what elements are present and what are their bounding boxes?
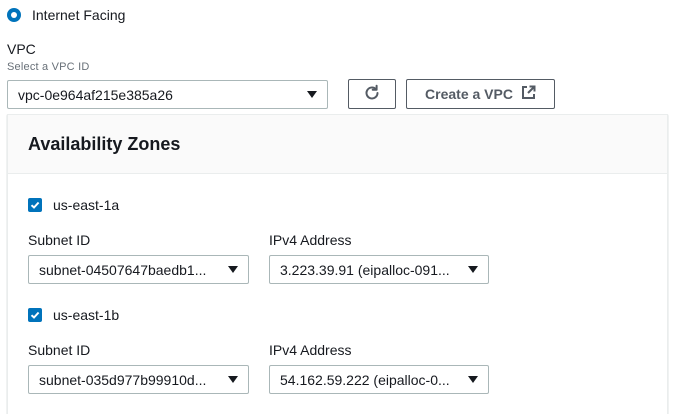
subnet-select[interactable]: subnet-035d977b99910d... [28, 365, 249, 394]
checkbox-checked-icon[interactable] [28, 308, 42, 322]
create-vpc-button-label: Create a VPC [425, 86, 513, 102]
checkbox-checked-icon[interactable] [28, 198, 42, 212]
availability-zones-panel: Availability Zones us-east-1a Subnet ID … [7, 114, 668, 414]
chevron-down-icon [468, 376, 478, 383]
ipv4-select[interactable]: 54.162.59.222 (eipalloc-0... [269, 365, 489, 394]
availability-zones-title: Availability Zones [28, 133, 181, 154]
chevron-down-icon [228, 376, 238, 383]
refresh-vpc-button[interactable] [348, 79, 396, 109]
scheme-radio-label: Internet Facing [32, 7, 126, 23]
subnet-select[interactable]: subnet-04507647baedb1... [28, 255, 249, 284]
subnet-select-value: subnet-04507647baedb1... [39, 261, 207, 278]
zone-name: us-east-1b [53, 307, 120, 323]
chevron-down-icon [307, 91, 317, 98]
zone-checkbox-row[interactable]: us-east-1b [28, 307, 119, 323]
subnet-id-label: Subnet ID [28, 232, 91, 248]
vpc-select-value: vpc-0e964af215e385a26 [18, 86, 173, 103]
zone-name: us-east-1a [53, 197, 120, 213]
radio-selected-icon[interactable] [7, 8, 21, 22]
vpc-select[interactable]: vpc-0e964af215e385a26 [7, 80, 328, 109]
panel-header: Availability Zones [8, 115, 667, 174]
chevron-down-icon [468, 266, 478, 273]
scheme-internet-facing-radio[interactable]: Internet Facing [7, 5, 125, 25]
vpc-description: Select a VPC ID [7, 61, 90, 73]
ipv4-address-label: IPv4 Address [269, 232, 352, 248]
ipv4-select-value: 54.162.59.222 (eipalloc-0... [280, 371, 450, 388]
external-link-icon [521, 85, 536, 103]
ipv4-select[interactable]: 3.223.39.91 (eipalloc-091... [269, 255, 489, 284]
ipv4-select-value: 3.223.39.91 (eipalloc-091... [280, 261, 450, 278]
zone-checkbox-row[interactable]: us-east-1a [28, 197, 119, 213]
subnet-id-label: Subnet ID [28, 342, 91, 358]
refresh-icon [363, 84, 381, 105]
subnet-select-value: subnet-035d977b99910d... [39, 371, 207, 388]
ipv4-address-label: IPv4 Address [269, 342, 352, 358]
chevron-down-icon [228, 266, 238, 273]
create-vpc-button[interactable]: Create a VPC [406, 79, 555, 109]
vpc-label: VPC [7, 41, 36, 57]
